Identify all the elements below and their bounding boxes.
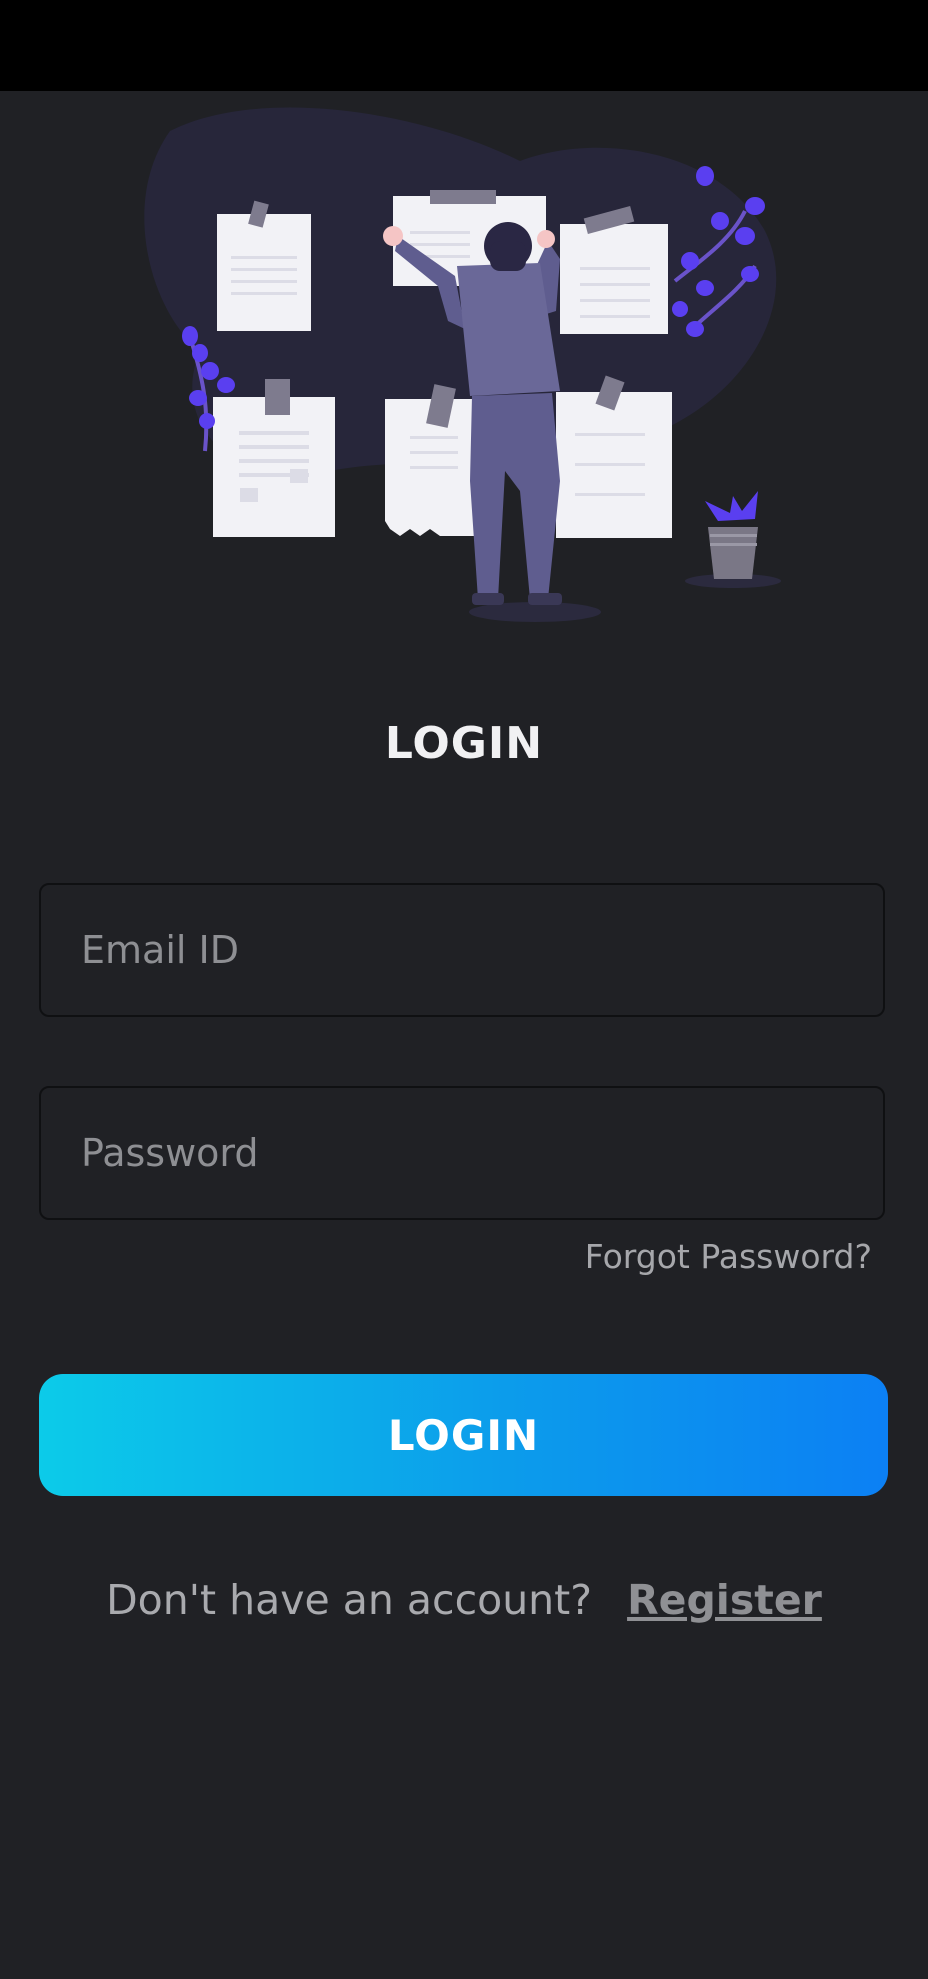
password-input[interactable] [41, 1088, 883, 1218]
login-illustration [144, 107, 781, 622]
status-bar [0, 0, 928, 91]
email-input[interactable] [41, 885, 883, 1015]
register-row: Don't have an account? Register [0, 1576, 928, 1624]
forgot-password-link[interactable]: Forgot Password? [585, 1237, 872, 1276]
paper-top-left [217, 200, 311, 331]
pot-plant-icon [705, 491, 758, 579]
paper-bottom-left [213, 379, 335, 537]
paper-bottom-middle [385, 384, 480, 536]
register-link[interactable]: Register [627, 1576, 822, 1624]
login-button[interactable]: LOGIN [39, 1374, 888, 1496]
paper-top-right [560, 206, 668, 334]
register-prompt: Don't have an account? [106, 1576, 593, 1624]
page-title: LOGIN [384, 718, 544, 769]
paper-bottom-right [556, 375, 672, 538]
email-field[interactable] [39, 883, 885, 1017]
password-field[interactable] [39, 1086, 885, 1220]
